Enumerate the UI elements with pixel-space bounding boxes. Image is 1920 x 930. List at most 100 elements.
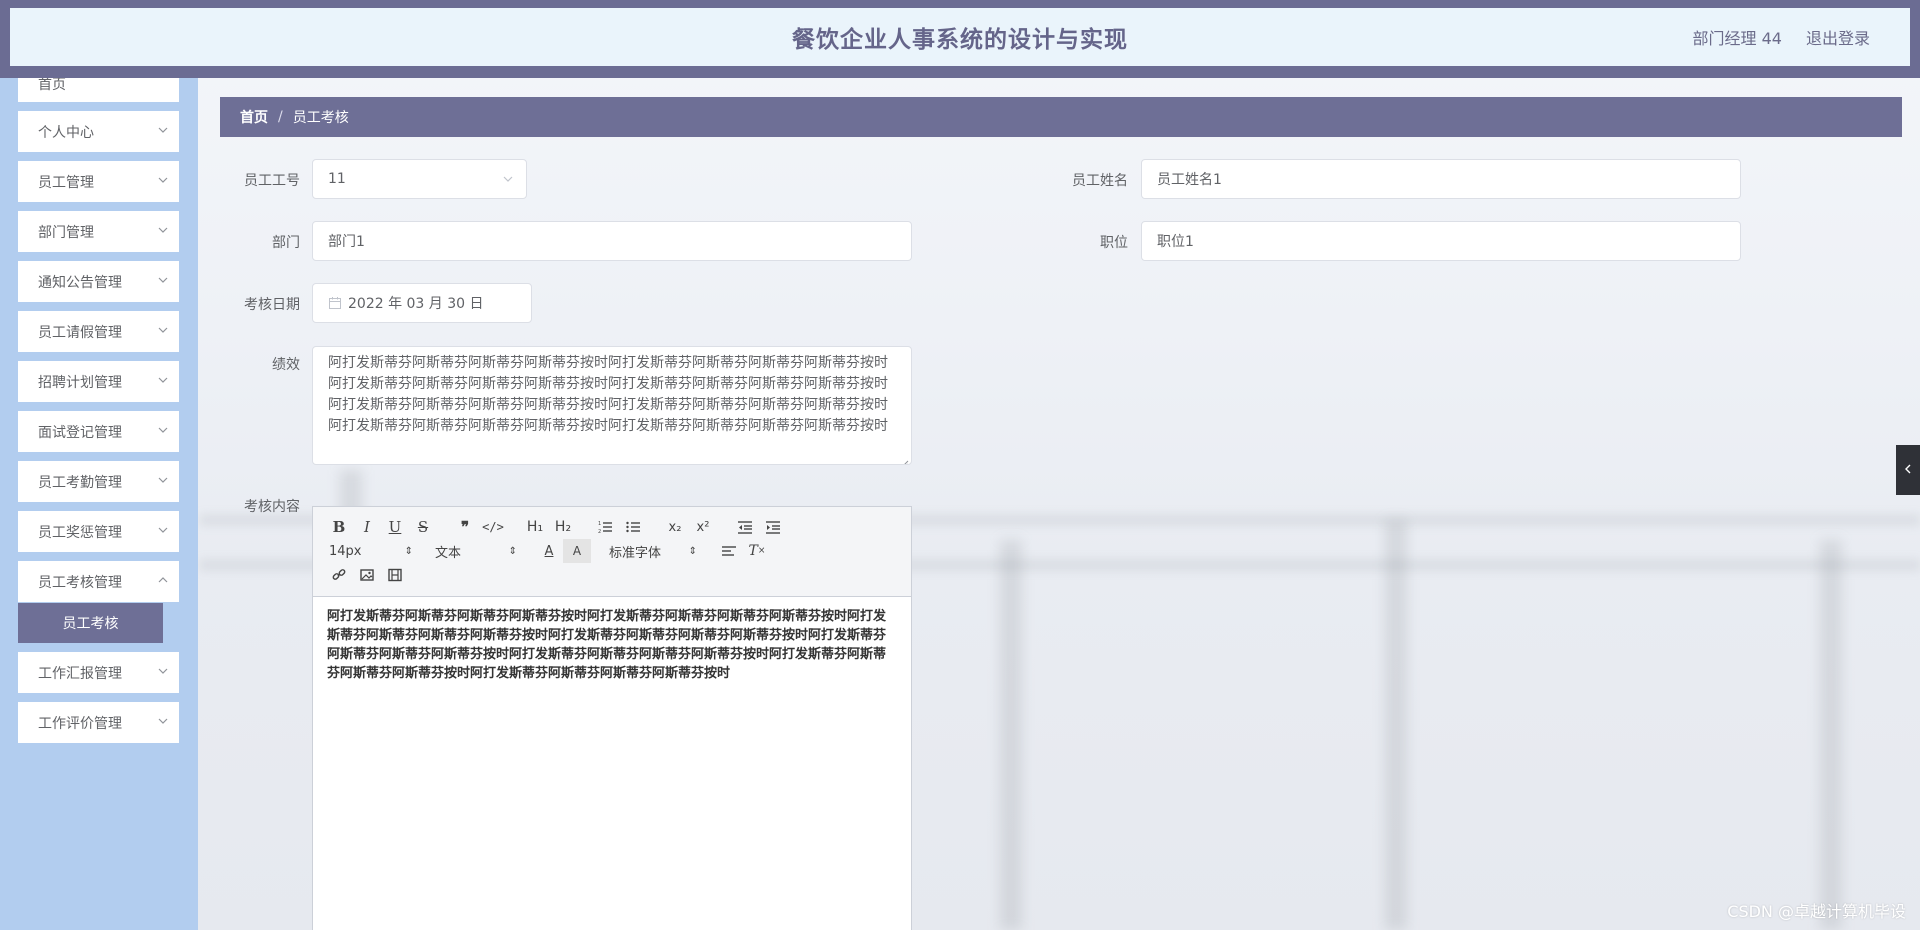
date-value: 2022 年 03 月 30 日 <box>348 296 484 312</box>
font-color-icon[interactable]: A <box>535 539 563 563</box>
sidebar-item-label: 员工考核管理 <box>38 574 122 591</box>
sidebar-item-label: 工作评价管理 <box>38 715 122 732</box>
breadcrumb-current: 员工考核 <box>292 110 349 126</box>
sidebar-item-recruit-mgmt[interactable]: 招聘计划管理 <box>18 361 179 402</box>
ordered-list-icon[interactable]: 12 <box>591 515 619 539</box>
sidebar-item-label: 部门管理 <box>38 224 94 241</box>
header-actions: 部门经理 44 退出登录 <box>1693 8 1870 66</box>
editor-toolbar: B I U S ❞ </> H₁ H₂ 12 x₂ x² 14px ⇕ 文本 ⇕… <box>313 507 911 597</box>
sidebar-item-leave-mgmt[interactable]: 员工请假管理 <box>18 311 179 352</box>
sidebar-item-label: 个人中心 <box>38 124 94 141</box>
chevron-down-icon <box>157 124 169 136</box>
header-bar: 餐饮企业人事系统的设计与实现 部门经理 44 退出登录 <box>10 8 1910 66</box>
image-icon[interactable] <box>353 563 381 587</box>
position-value: 职位1 <box>1157 234 1194 250</box>
sidebar-item-label: 员工请假管理 <box>38 324 122 341</box>
sidebar-item-label: 面试登记管理 <box>38 424 122 441</box>
dept-input[interactable]: 部门1 <box>312 221 912 261</box>
background-color-icon[interactable]: A <box>563 539 591 563</box>
app-header: 餐饮企业人事系统的设计与实现 部门经理 44 退出登录 <box>0 0 1920 78</box>
logout-link[interactable]: 退出登录 <box>1806 25 1870 49</box>
chevron-down-icon <box>157 324 169 336</box>
employee-name-value: 员工姓名1 <box>1157 172 1222 188</box>
video-icon[interactable] <box>381 563 409 587</box>
breadcrumb: 首页 / 员工考核 <box>220 97 1902 137</box>
editor-content[interactable]: 阿打发斯蒂芬阿斯蒂芬阿斯蒂芬阿斯蒂芬按时阿打发斯蒂芬阿斯蒂芬阿斯蒂芬阿斯蒂芬按时… <box>313 597 911 693</box>
toolbar-row-2: 14px ⇕ 文本 ⇕ A A 标准字体 ⇕ T × <box>325 539 899 563</box>
performance-value: 阿打发斯蒂芬阿斯蒂芬阿斯蒂芬阿斯蒂芬按时阿打发斯蒂芬阿斯蒂芬阿斯蒂芬阿斯蒂芬按时… <box>328 355 888 434</box>
date-picker[interactable]: 2022 年 03 月 30 日 <box>312 283 532 323</box>
sidebar-item-employee-mgmt[interactable]: 员工管理 <box>18 161 179 202</box>
current-user: 部门经理 44 <box>1692 29 1782 48</box>
font-family-select[interactable]: 标准字体 ⇕ <box>605 542 701 561</box>
sidebar-item-attendance-mgmt[interactable]: 员工考勤管理 <box>18 461 179 502</box>
chevron-down-icon <box>157 474 169 486</box>
chevron-down-icon <box>157 174 169 186</box>
sidebar-item-evaluation-mgmt[interactable]: 工作评价管理 <box>18 702 179 743</box>
toolbar-row-3 <box>325 563 899 587</box>
sidebar: 首页 个人中心 员工管理 部门管理 通知公告管理 员工请假管理 招聘计划管理 面… <box>0 66 198 930</box>
sidebar-item-label: 员工考勤管理 <box>38 474 122 491</box>
italic-icon[interactable]: I <box>353 515 381 539</box>
employee-name-input[interactable]: 员工姓名1 <box>1141 159 1741 199</box>
employee-no-value: 11 <box>328 171 346 187</box>
position-label: 职位 <box>1100 235 1128 251</box>
chevron-left-icon <box>1903 462 1913 478</box>
bold-icon[interactable]: B <box>325 515 353 539</box>
app-title: 餐饮企业人事系统的设计与实现 <box>792 27 1128 53</box>
block-type-value: 文本 <box>435 545 462 561</box>
bullet-list-icon[interactable] <box>619 515 647 539</box>
chevron-down-icon <box>157 715 169 727</box>
font-family-value: 标准字体 <box>609 545 662 561</box>
svg-text:1: 1 <box>598 521 601 527</box>
chevron-down-icon <box>157 524 169 536</box>
chevron-down-icon <box>157 424 169 436</box>
blockquote-icon[interactable]: ❞ <box>451 515 479 539</box>
heading-1-icon[interactable]: H₁ <box>521 515 549 539</box>
calendar-icon <box>328 296 342 310</box>
sidebar-item-label: 招聘计划管理 <box>38 374 122 391</box>
sidebar-item-personal-center[interactable]: 个人中心 <box>18 111 179 152</box>
sidebar-item-reward-mgmt[interactable]: 员工奖惩管理 <box>18 511 179 552</box>
code-block-icon[interactable]: </> <box>479 515 507 539</box>
resize-handle-icon[interactable] <box>901 454 909 464</box>
chevron-down-icon <box>157 274 169 286</box>
watermark: CSDN @卓越计算机毕设 <box>1727 902 1906 921</box>
superscript-icon[interactable]: x² <box>689 515 717 539</box>
subscript-icon[interactable]: x₂ <box>661 515 689 539</box>
position-input[interactable]: 职位1 <box>1141 221 1741 261</box>
breadcrumb-separator: / <box>278 109 283 125</box>
performance-textarea[interactable]: 阿打发斯蒂芬阿斯蒂芬阿斯蒂芬阿斯蒂芬按时阿打发斯蒂芬阿斯蒂芬阿斯蒂芬阿斯蒂芬按时… <box>312 346 912 465</box>
breadcrumb-home[interactable]: 首页 <box>240 107 268 127</box>
performance-label: 绩效 <box>272 357 300 373</box>
up-down-icon: ⇕ <box>688 545 697 557</box>
outdent-icon[interactable] <box>731 515 759 539</box>
sidebar-item-label: 员工管理 <box>38 174 94 191</box>
block-type-select[interactable]: 文本 ⇕ <box>431 542 521 561</box>
chevron-down-icon <box>157 224 169 236</box>
sidebar-item-assessment-mgmt[interactable]: 员工考核管理 <box>18 561 179 602</box>
employee-no-select[interactable]: 11 <box>312 159 527 199</box>
sidebar-item-notice-mgmt[interactable]: 通知公告管理 <box>18 261 179 302</box>
strikethrough-icon[interactable]: S <box>409 515 437 539</box>
indent-icon[interactable] <box>759 515 787 539</box>
up-down-icon: ⇕ <box>508 545 517 557</box>
chevron-down-icon <box>502 173 514 185</box>
align-icon[interactable] <box>715 539 743 563</box>
link-icon[interactable] <box>325 563 353 587</box>
underline-icon[interactable]: U <box>381 515 409 539</box>
clear-format-icon[interactable]: T × <box>743 539 771 563</box>
sidebar-item-report-mgmt[interactable]: 工作汇报管理 <box>18 652 179 693</box>
font-size-select[interactable]: 14px ⇕ <box>325 544 417 559</box>
sidebar-subitem-assessment[interactable]: 员工考核 <box>18 603 163 643</box>
main-content: 首页 / 员工考核 员工工号 11 员工姓名 员工姓名1 部门 部门1 职位 职… <box>198 66 1920 930</box>
chevron-up-icon <box>157 574 169 586</box>
drawer-toggle[interactable] <box>1896 445 1920 495</box>
heading-2-icon[interactable]: H₂ <box>549 515 577 539</box>
employee-name-label: 员工姓名 <box>1072 173 1128 189</box>
dept-label: 部门 <box>272 235 300 251</box>
sidebar-item-interview-mgmt[interactable]: 面试登记管理 <box>18 411 179 452</box>
toolbar-row-1: B I U S ❞ </> H₁ H₂ 12 x₂ x² <box>325 515 899 539</box>
chevron-down-icon <box>157 374 169 386</box>
sidebar-item-dept-mgmt[interactable]: 部门管理 <box>18 211 179 252</box>
